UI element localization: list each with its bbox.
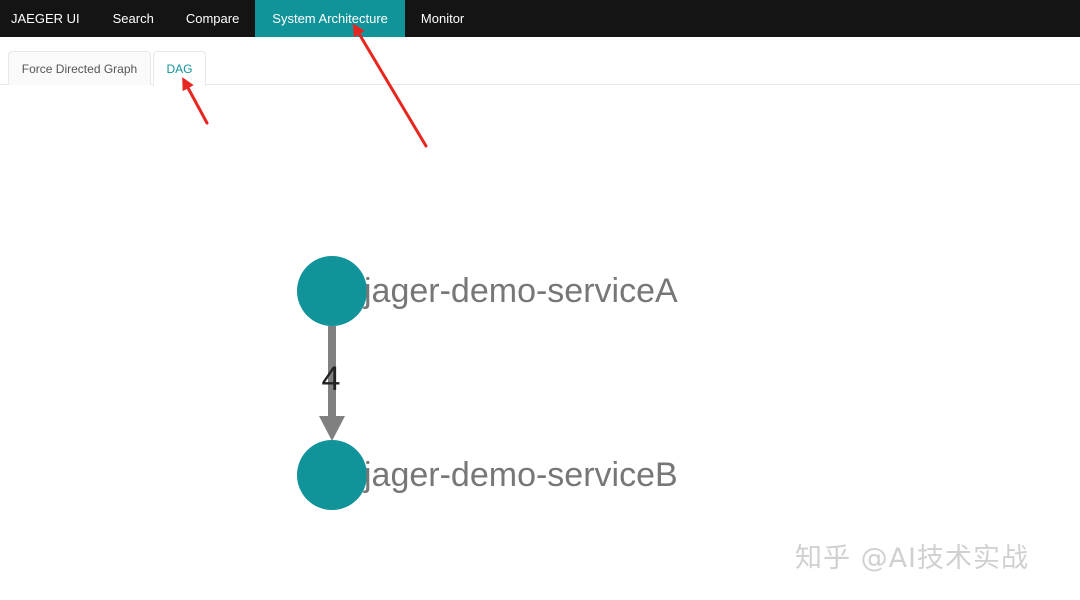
nav-item-system-architecture[interactable]: System Architecture xyxy=(255,0,405,37)
dag-edge: 4 xyxy=(319,326,345,441)
dag-graph: 4 jager-demo-serviceA jager-demo-service… xyxy=(182,23,678,510)
annotation-arrow-icon xyxy=(182,77,209,125)
dag-edge-call-count: 4 xyxy=(322,360,341,398)
nav-item-compare[interactable]: Compare xyxy=(170,0,255,37)
top-navigation: JAEGER UI Search Compare System Architec… xyxy=(0,0,1080,37)
dag-node-service-a[interactable]: jager-demo-serviceA xyxy=(297,256,678,326)
view-tab-bar: Force Directed Graph DAG xyxy=(0,37,1080,86)
tab-dag[interactable]: DAG xyxy=(153,51,206,86)
nav-item-search[interactable]: Search xyxy=(97,0,170,37)
dag-node-label: jager-demo-serviceB xyxy=(363,456,678,494)
tab-force-directed-graph[interactable]: Force Directed Graph xyxy=(8,51,151,85)
nav-item-monitor[interactable]: Monitor xyxy=(405,0,480,37)
dag-edge-arrowhead xyxy=(319,416,345,441)
dag-node-circle[interactable] xyxy=(297,440,367,510)
dag-node-service-b[interactable]: jager-demo-serviceB xyxy=(297,440,678,510)
dag-node-circle[interactable] xyxy=(297,256,367,326)
dag-node-label: jager-demo-serviceA xyxy=(363,272,678,310)
brand-logo-link[interactable]: JAEGER UI xyxy=(0,0,97,37)
watermark-text: 知乎 @AI技术实战 xyxy=(795,543,1030,574)
